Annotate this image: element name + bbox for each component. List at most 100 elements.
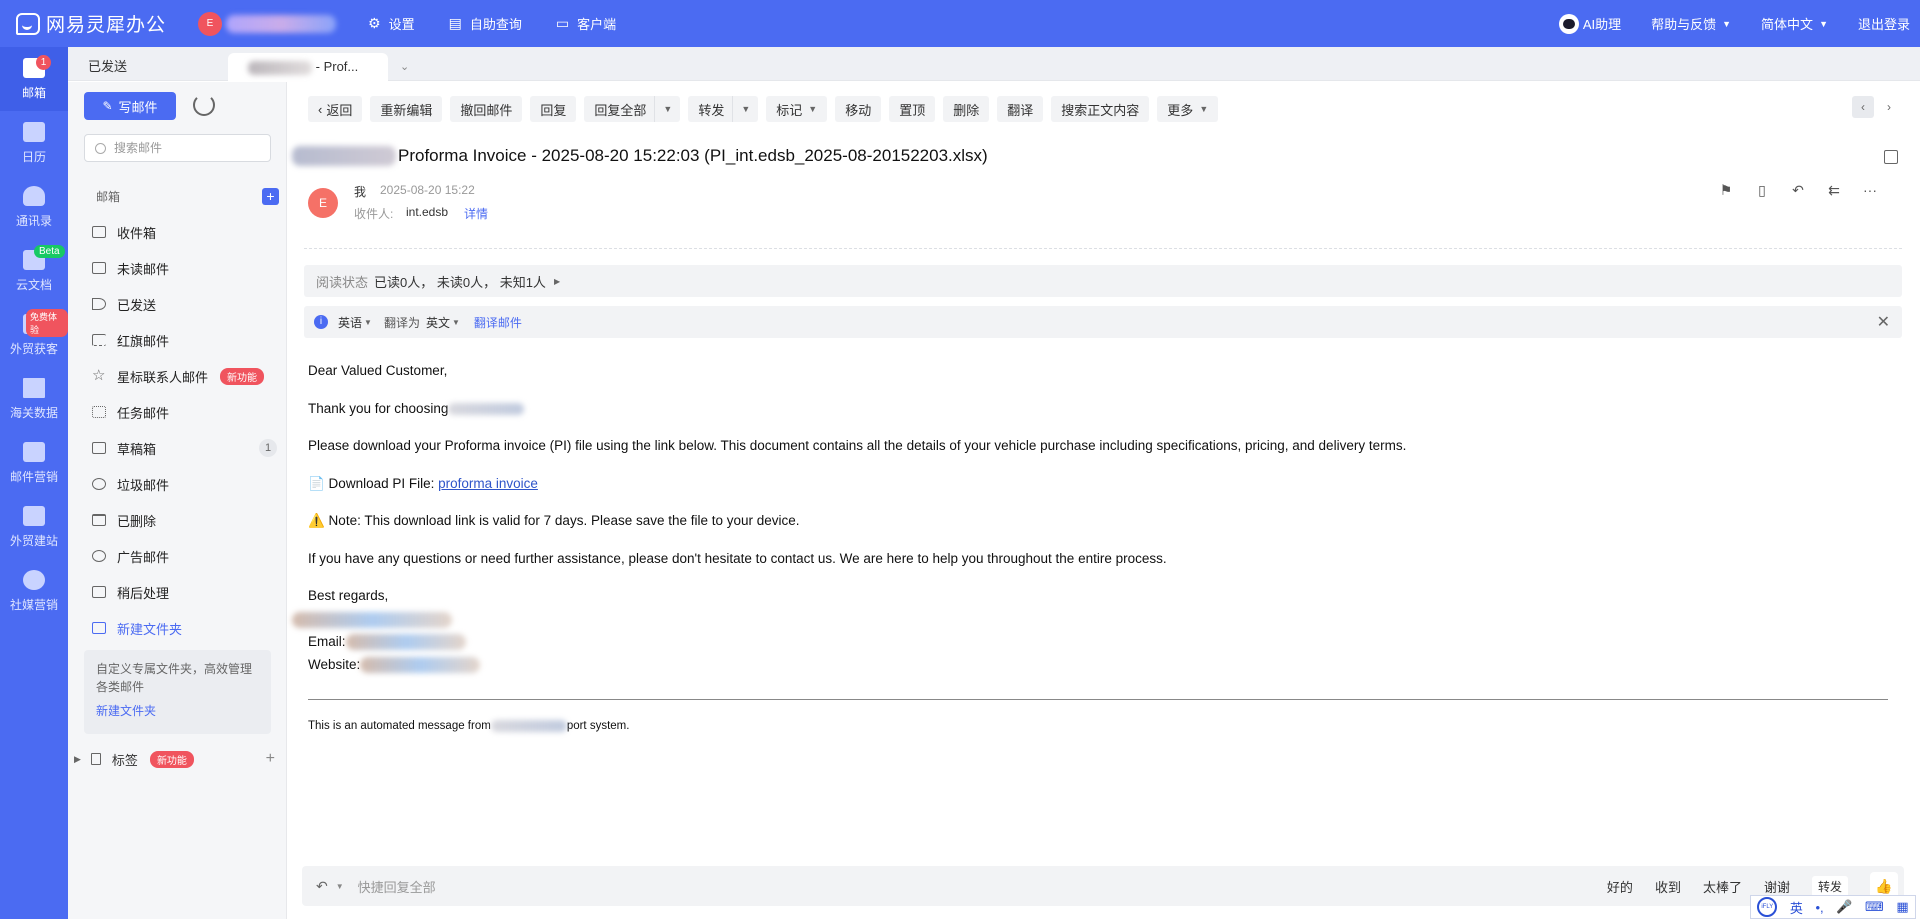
folder-tasks[interactable]: 任务邮件 — [68, 394, 287, 430]
punctuation-icon[interactable]: •, — [1816, 900, 1824, 915]
more-button[interactable]: 更多 ▼ — [1157, 96, 1219, 122]
flag-icon[interactable]: ⚑ — [1708, 182, 1744, 199]
quick-forward-button[interactable]: 转发 — [1811, 875, 1848, 897]
ai-assistant-button[interactable]: AI助理 — [1558, 13, 1621, 34]
brand-logo[interactable]: 网易灵犀办公 — [16, 10, 182, 37]
microphone-icon[interactable]: 🎤 — [1836, 899, 1852, 915]
details-link[interactable]: 详情 — [464, 205, 488, 222]
rail-item-social-marketing[interactable]: 社媒营销 — [0, 559, 68, 623]
reply-all-icon[interactable]: ⇇ — [1816, 182, 1852, 199]
reply-button[interactable]: 回复 — [530, 96, 577, 122]
quick-reply-ok[interactable]: 好的 — [1607, 877, 1633, 896]
add-tag-button[interactable]: + — [266, 750, 275, 768]
folder-drafts[interactable]: 草稿箱 1 — [68, 430, 287, 466]
language-label: 简体中文 — [1761, 17, 1814, 32]
reading-pane: ‹ 返回 重新编辑 撤回邮件 回复 回复全部 ▼ 转发 ▼ 标记 ▼ 移动 置顶… — [288, 82, 1920, 919]
chat-icon: ▭ — [555, 15, 570, 31]
forward-button[interactable]: 转发 ▼ — [688, 96, 759, 122]
folder-ads[interactable]: 广告邮件 — [68, 538, 287, 574]
reply-all-button[interactable]: 回复全部 ▼ — [584, 96, 681, 122]
quick-reply-thanks[interactable]: 谢谢 — [1764, 877, 1790, 896]
rail-item-mail[interactable]: 邮箱 1 — [0, 47, 68, 111]
proforma-invoice-link[interactable]: proforma invoice — [438, 476, 538, 491]
signature-email: Email: — [308, 633, 1888, 656]
rail-item-cloud-docs[interactable]: 云文档 Beta — [0, 239, 68, 303]
compose-button[interactable]: ✎ 写邮件 — [84, 92, 176, 120]
tab-sent[interactable]: 已发送 — [68, 53, 228, 81]
language-select[interactable]: 简体中文 ▼ — [1761, 14, 1828, 33]
source-language-select[interactable]: 英语 — [338, 314, 362, 331]
mark-button[interactable]: 标记 ▼ — [766, 96, 828, 122]
tab-current-message[interactable]: - Prof... — [228, 53, 388, 81]
rail-item-calendar[interactable]: 日历 — [0, 111, 68, 175]
folder-sent[interactable]: 已发送 — [68, 286, 287, 322]
new-feature-badge: 新功能 — [220, 367, 265, 385]
next-message-button[interactable]: › — [1878, 96, 1900, 118]
chevron-down-icon[interactable]: ▼ — [732, 96, 758, 122]
chevron-down-icon[interactable]: ▼ — [336, 882, 344, 891]
translate-button[interactable]: 翻译 — [997, 96, 1044, 122]
tip-new-folder-link[interactable]: 新建文件夹 — [96, 702, 259, 720]
folder-unread[interactable]: 未读邮件 — [68, 250, 287, 286]
grid-icon[interactable]: ▦ — [1896, 899, 1908, 915]
folder-later[interactable]: 稍后处理 — [68, 574, 287, 610]
folder-inbox[interactable]: 收件箱 — [68, 214, 287, 250]
rail-item-website-builder[interactable]: 外贸建站 — [0, 495, 68, 559]
quick-reply-great[interactable]: 太棒了 — [1703, 877, 1742, 896]
settings-link[interactable]: ⚙ 设置 — [368, 14, 415, 33]
rail-label: 外贸获客 — [9, 341, 58, 356]
add-folder-button[interactable]: + — [262, 188, 279, 205]
sender-avatar: E — [308, 188, 338, 218]
folder-flagged[interactable]: 红旗邮件 — [68, 322, 287, 358]
keyboard-icon[interactable]: ⌨ — [1865, 899, 1884, 915]
reply-icon[interactable]: ↶ — [1780, 182, 1816, 199]
self-service-link[interactable]: ▤ 自助查询 — [449, 14, 522, 33]
previous-message-button[interactable]: ‹ — [1852, 96, 1874, 118]
close-icon[interactable]: ✕ — [1877, 312, 1890, 332]
rail-item-customs-data[interactable]: 海关数据 — [0, 367, 68, 431]
re-edit-button[interactable]: 重新编辑 — [370, 96, 443, 122]
quick-reply-input[interactable]: 快捷回复全部 — [358, 877, 436, 896]
robot-icon — [1558, 13, 1579, 34]
sender-name[interactable]: 我 — [354, 183, 366, 200]
rail-label: 邮件营销 — [9, 469, 58, 484]
pin-icon[interactable] — [1884, 150, 1898, 164]
bookmark-icon[interactable]: ▯ — [1744, 182, 1780, 199]
search-body-button[interactable]: 搜索正文内容 — [1051, 96, 1150, 122]
ime-language-toggle[interactable]: 英 — [1790, 898, 1803, 917]
folder-starred-contacts[interactable]: ☆ 星标联系人邮件 新功能 — [68, 358, 287, 394]
target-language-select[interactable]: 英文 — [426, 314, 450, 331]
user-avatar[interactable]: E — [198, 11, 222, 36]
recall-button[interactable]: 撤回邮件 — [450, 96, 523, 122]
new-folder-link[interactable]: 新建文件夹 — [68, 610, 287, 646]
quick-reply-received[interactable]: 收到 — [1655, 877, 1681, 896]
search-input[interactable] — [114, 141, 264, 155]
translate-mail-link[interactable]: 翻译邮件 — [474, 314, 522, 331]
rail-item-lead-gen[interactable]: 外贸获客 免费体验 — [0, 303, 68, 367]
ime-logo[interactable]: iFLY — [1757, 897, 1778, 917]
refresh-icon[interactable] — [193, 94, 215, 116]
logout-link[interactable]: 退出登录 — [1858, 14, 1910, 33]
message-actions: ⚑ ▯ ↶ ⇇ ··· — [1708, 182, 1888, 199]
folder-label: 未读邮件 — [117, 261, 170, 277]
chevron-down-icon[interactable]: ▼ — [654, 96, 680, 122]
rail-item-contacts[interactable]: 通讯录 — [0, 175, 68, 239]
reply-all-icon[interactable]: ↶ — [316, 878, 328, 895]
folder-deleted[interactable]: 已删除 — [68, 502, 287, 538]
client-link[interactable]: ▭ 客户端 — [556, 14, 616, 33]
tags-section[interactable]: ▶ 标签 新功能 + — [68, 744, 287, 774]
folder-spam[interactable]: 垃圾邮件 — [68, 466, 287, 502]
body-note: ⚠️ Note: This download link is valid for… — [308, 513, 800, 528]
move-button[interactable]: 移动 — [835, 96, 882, 122]
pin-top-button[interactable]: 置顶 — [889, 96, 936, 122]
tab-list-dropdown[interactable]: ⌄ — [400, 53, 409, 81]
delete-button[interactable]: 删除 — [943, 96, 990, 122]
help-feedback-menu[interactable]: 帮助与反馈 ▼ — [1651, 14, 1731, 33]
recipient-address[interactable]: int.edsb — [406, 205, 448, 219]
chevron-right-icon[interactable]: ▶ — [74, 754, 81, 765]
more-horizontal-icon[interactable]: ··· — [1852, 182, 1888, 199]
rail-item-email-marketing[interactable]: 邮件营销 — [0, 431, 68, 495]
back-button[interactable]: ‹ 返回 — [308, 96, 363, 122]
expand-icon[interactable]: ▶ — [554, 277, 560, 286]
trend-chart-icon — [23, 441, 45, 462]
